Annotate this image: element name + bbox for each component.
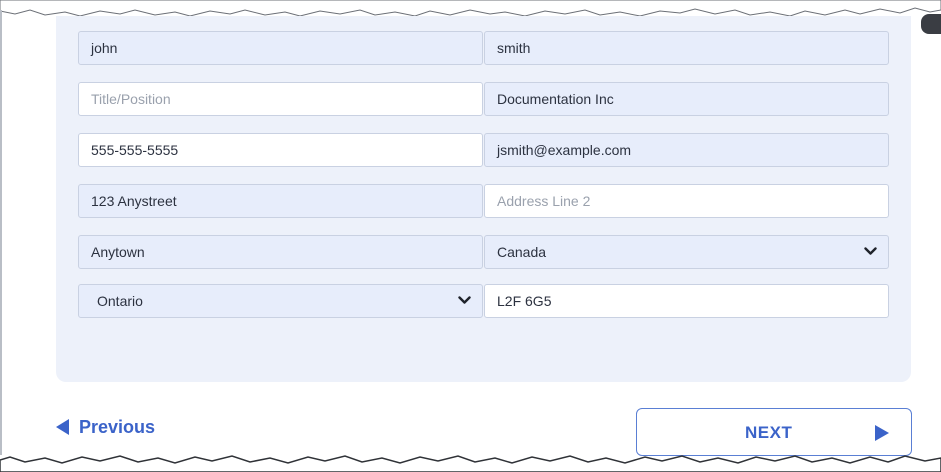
postal-code-value: L2F 6G5 <box>497 293 552 309</box>
triangle-left-icon <box>56 419 69 435</box>
next-label: NEXT <box>745 423 793 442</box>
postal-code-input[interactable]: L2F 6G5 <box>484 284 889 318</box>
title-position-placeholder: Title/Position <box>91 91 171 107</box>
email-input[interactable]: jsmith@example.com <box>484 133 889 167</box>
previous-label: Previous <box>79 416 156 437</box>
city-value: Anytown <box>91 244 145 260</box>
province-selected-value: Ontario <box>97 293 143 309</box>
phone-input[interactable]: 555-555-5555 <box>78 133 483 167</box>
triangle-right-icon <box>875 425 889 441</box>
chevron-down-icon <box>458 285 472 317</box>
first-name-input[interactable]: john <box>78 31 483 65</box>
first-name-value: john <box>91 40 118 56</box>
country-select[interactable]: Canada <box>484 235 889 269</box>
corner-tab <box>921 14 941 34</box>
last-name-input[interactable]: smith <box>484 31 889 65</box>
title-position-input[interactable]: Title/Position <box>78 82 483 116</box>
last-name-value: smith <box>497 40 531 56</box>
chevron-down-icon <box>864 236 878 268</box>
page-left-border <box>0 10 2 455</box>
address-line2-input[interactable]: Address Line 2 <box>484 184 889 218</box>
phone-value: 555-555-5555 <box>91 142 179 158</box>
address-line1-value: 123 Anystreet <box>91 193 177 209</box>
country-selected-value: Canada <box>497 244 547 260</box>
company-input[interactable]: Documentation Inc <box>484 82 889 116</box>
contact-form-card: john smith Title/Position Documentation … <box>56 16 911 382</box>
address-line2-placeholder: Address Line 2 <box>497 193 591 209</box>
email-value: jsmith@example.com <box>497 142 632 158</box>
province-select[interactable]: Ontario <box>78 284 483 318</box>
previous-link[interactable]: Previous <box>56 412 155 442</box>
next-button[interactable]: NEXT <box>636 408 912 456</box>
company-value: Documentation Inc <box>497 91 614 107</box>
city-input[interactable]: Anytown <box>78 235 483 269</box>
address-line1-input[interactable]: 123 Anystreet <box>78 184 483 218</box>
